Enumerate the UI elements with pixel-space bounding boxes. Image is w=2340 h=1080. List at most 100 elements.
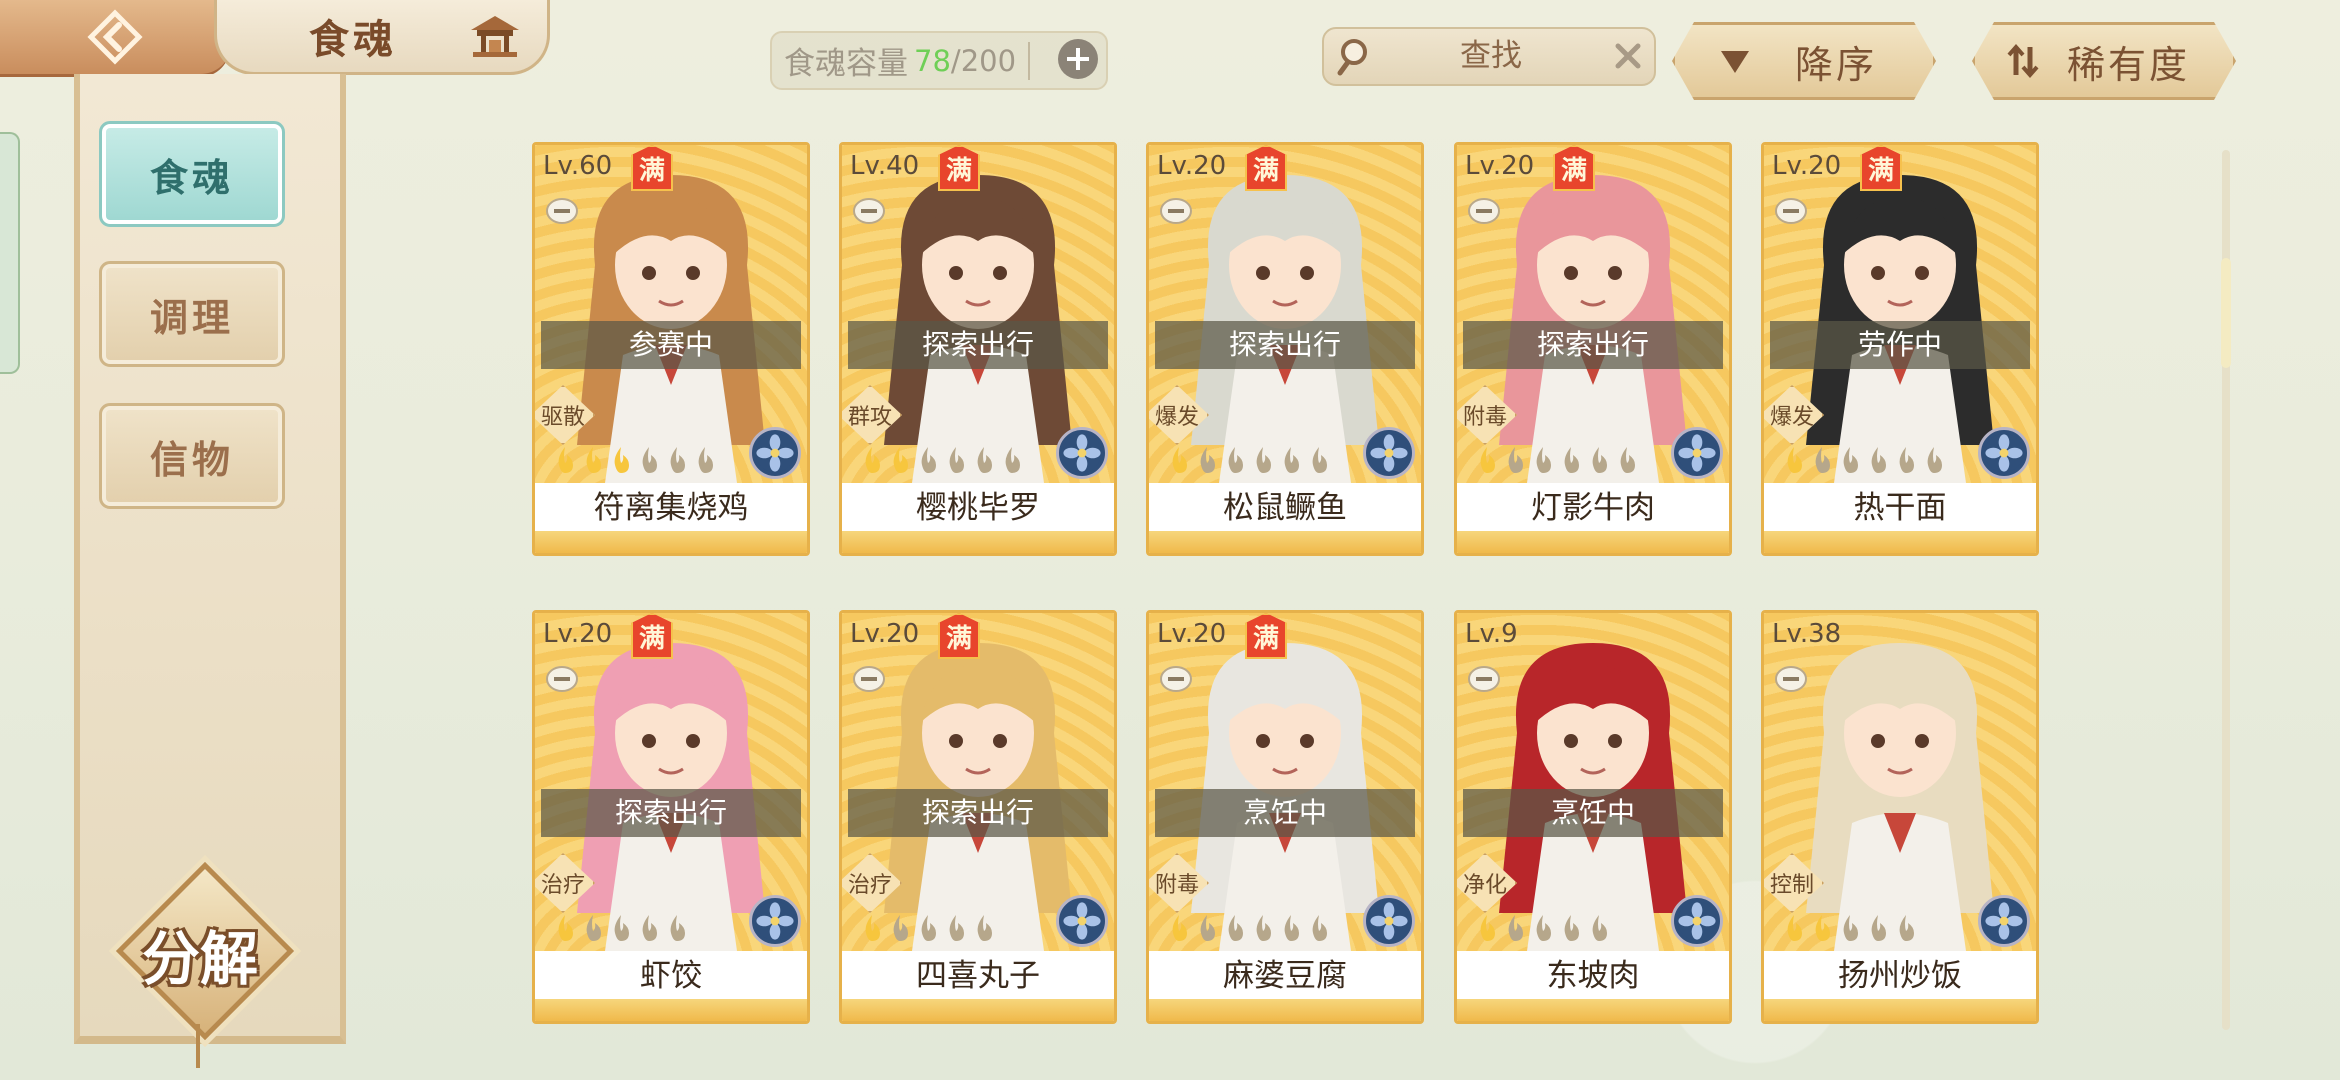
element-flower-icon bbox=[1363, 427, 1415, 479]
flame-unlit-icon bbox=[1256, 915, 1271, 941]
flame-lit-icon bbox=[1172, 915, 1187, 941]
sort-order-button[interactable]: 降序 bbox=[1672, 22, 1936, 100]
food-soul-card-10[interactable]: Lv.38 控制 扬州炒饭 bbox=[1761, 610, 2039, 1024]
flame-lit-icon bbox=[865, 915, 880, 941]
flame-unlit-icon bbox=[698, 447, 713, 473]
portrait: Lv.38 控制 bbox=[1764, 613, 2036, 951]
level-label: Lv.20 bbox=[1157, 619, 1227, 649]
flame-unlit-icon bbox=[1536, 915, 1551, 941]
tab-conditioning[interactable]: 调理 bbox=[99, 261, 285, 367]
element-flower-icon bbox=[1363, 895, 1415, 947]
flame-lit-icon bbox=[865, 447, 880, 473]
card-footer bbox=[1149, 531, 1421, 553]
level-label: Lv.40 bbox=[850, 151, 920, 181]
search-icon bbox=[1337, 39, 1367, 76]
clear-search-icon[interactable] bbox=[1612, 40, 1644, 72]
card-footer bbox=[842, 531, 1114, 553]
status-label: 探索出行 bbox=[541, 789, 801, 837]
level-label: Lv.20 bbox=[1465, 151, 1535, 181]
food-soul-name: 松鼠鳜鱼 bbox=[1149, 483, 1421, 531]
food-soul-card-4[interactable]: Lv.20 满 探索出行 附毒 灯影牛肉 bbox=[1454, 142, 1732, 556]
flame-lit-icon bbox=[1787, 447, 1802, 473]
flame-unlit-icon bbox=[670, 915, 685, 941]
card-footer bbox=[1457, 999, 1729, 1021]
lock-icon[interactable] bbox=[1774, 665, 1808, 693]
flame-unlit-icon bbox=[1536, 447, 1551, 473]
level-label: Lv.38 bbox=[1772, 619, 1842, 649]
sort-field-button[interactable]: 稀有度 bbox=[1972, 22, 2236, 100]
lock-icon[interactable] bbox=[1467, 665, 1501, 693]
lock-icon[interactable] bbox=[1159, 197, 1193, 225]
level-label: Lv.60 bbox=[543, 151, 613, 181]
tassel-ornament bbox=[196, 1024, 200, 1068]
flame-unlit-icon bbox=[1200, 447, 1215, 473]
portrait: Lv.60 满 参赛中 驱散 bbox=[535, 145, 807, 483]
status-label: 探索出行 bbox=[848, 789, 1108, 837]
portrait: Lv.40 满 探索出行 群攻 bbox=[842, 145, 1114, 483]
card-footer bbox=[535, 531, 807, 553]
search-box bbox=[1322, 27, 1656, 86]
food-soul-name: 四喜丸子 bbox=[842, 951, 1114, 999]
flame-lit-icon bbox=[893, 447, 908, 473]
capacity-divider bbox=[1028, 41, 1031, 80]
star-flames bbox=[1475, 913, 1611, 943]
food-soul-card-1[interactable]: Lv.60 满 参赛中 驱散 符离集烧鸡 bbox=[532, 142, 810, 556]
food-soul-name: 虾饺 bbox=[535, 951, 807, 999]
lock-icon[interactable] bbox=[1774, 197, 1808, 225]
lock-icon[interactable] bbox=[545, 665, 579, 693]
flame-unlit-icon bbox=[921, 915, 936, 941]
element-flower-icon bbox=[1978, 427, 2030, 479]
food-soul-name: 扬州炒饭 bbox=[1764, 951, 2036, 999]
flame-unlit-icon bbox=[977, 915, 992, 941]
back-button[interactable] bbox=[0, 0, 230, 77]
food-soul-name: 符离集烧鸡 bbox=[535, 483, 807, 531]
flame-unlit-icon bbox=[1871, 915, 1886, 941]
flame-lit-icon bbox=[1172, 447, 1187, 473]
capacity-indicator: 食魂容量 78 / 200 bbox=[770, 31, 1108, 90]
expand-capacity-button[interactable] bbox=[1058, 39, 1098, 79]
lock-icon[interactable] bbox=[545, 197, 579, 225]
tab-tokens[interactable]: 信物 bbox=[99, 403, 285, 509]
lock-icon[interactable] bbox=[852, 665, 886, 693]
lock-icon[interactable] bbox=[1159, 665, 1193, 693]
sort-arrows-icon bbox=[2003, 41, 2043, 81]
pavilion-icon[interactable] bbox=[467, 12, 523, 60]
flame-unlit-icon bbox=[1200, 915, 1215, 941]
side-handle[interactable] bbox=[0, 132, 20, 374]
portrait: Lv.20 满 烹饪中 附毒 bbox=[1149, 613, 1421, 951]
flame-unlit-icon bbox=[1228, 447, 1243, 473]
food-soul-card-9[interactable]: Lv.9 烹饪中 净化 东坡肉 bbox=[1454, 610, 1732, 1024]
plus-icon bbox=[1067, 48, 1089, 70]
star-flames bbox=[860, 445, 1024, 475]
status-label: 劳作中 bbox=[1770, 321, 2030, 369]
flame-unlit-icon bbox=[1312, 447, 1327, 473]
food-soul-card-6[interactable]: Lv.20 满 探索出行 治疗 虾饺 bbox=[532, 610, 810, 1024]
level-label: Lv.20 bbox=[1157, 151, 1227, 181]
scrollbar-thumb[interactable] bbox=[2221, 258, 2231, 368]
status-label: 烹饪中 bbox=[1155, 789, 1415, 837]
element-flower-icon bbox=[1671, 427, 1723, 479]
flame-unlit-icon bbox=[1899, 447, 1914, 473]
food-soul-card-2[interactable]: Lv.40 满 探索出行 群攻 樱桃毕罗 bbox=[839, 142, 1117, 556]
food-soul-card-3[interactable]: Lv.20 满 探索出行 爆发 松鼠鳜鱼 bbox=[1146, 142, 1424, 556]
capacity-separator: / bbox=[950, 43, 961, 78]
food-soul-card-7[interactable]: Lv.20 满 探索出行 治疗 四喜丸子 bbox=[839, 610, 1117, 1024]
food-soul-card-5[interactable]: Lv.20 满 劳作中 爆发 热干面 bbox=[1761, 142, 2039, 556]
search-input[interactable] bbox=[1384, 35, 1598, 77]
star-flames bbox=[1475, 445, 1639, 475]
flame-unlit-icon bbox=[642, 915, 657, 941]
flame-unlit-icon bbox=[1228, 915, 1243, 941]
flame-unlit-icon bbox=[1592, 447, 1607, 473]
food-soul-card-8[interactable]: Lv.20 满 烹饪中 附毒 麻婆豆腐 bbox=[1146, 610, 1424, 1024]
lock-icon[interactable] bbox=[1467, 197, 1501, 225]
food-soul-name: 东坡肉 bbox=[1457, 951, 1729, 999]
flame-unlit-icon bbox=[949, 915, 964, 941]
food-soul-name: 麻婆豆腐 bbox=[1149, 951, 1421, 999]
status-label: 探索出行 bbox=[848, 321, 1108, 369]
capacity-max: 200 bbox=[960, 43, 1017, 78]
card-footer bbox=[1764, 531, 2036, 553]
tab-food-souls[interactable]: 食魂 bbox=[99, 121, 285, 227]
lock-icon[interactable] bbox=[852, 197, 886, 225]
decompose-button[interactable]: 分解 bbox=[115, 861, 295, 1041]
flame-unlit-icon bbox=[921, 447, 936, 473]
